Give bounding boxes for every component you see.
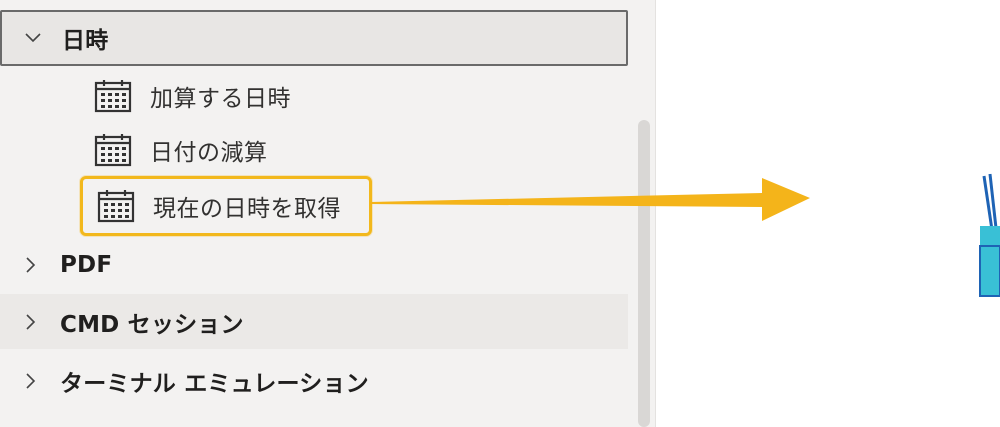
action-get-current-datetime[interactable]: 現在の日時を取得 [80,176,372,236]
action-subtract-dates-label: 日付の減算 [150,140,268,166]
group-pdf[interactable]: PDF [0,237,628,292]
group-cmd-session[interactable]: CMD セッション [0,294,628,349]
group-terminal-emulation[interactable]: ターミナル エミュレーション [0,353,628,408]
chevron-right-icon [22,372,40,390]
chevron-down-icon [24,29,42,47]
calendar-icon [94,79,132,113]
group-datetime-label: 日時 [62,28,109,54]
flow-designer-icon [979,173,1000,297]
annotation-arrow-icon [370,178,810,221]
chevron-right-icon [22,313,40,331]
group-cmd-session-label: CMD セッション [60,311,244,338]
screenshot-stage: 日時 加算する日時 日付の減算 現在の日時を取得 PDF CMD セッション タ… [0,0,1000,427]
action-get-current-datetime-label: 現在の日時を取得 [153,196,341,222]
chevron-right-icon [22,256,40,274]
action-add-datetime-label: 加算する日時 [150,86,291,112]
group-terminal-emulation-label: ターミナル エミュレーション [60,370,369,397]
action-add-datetime[interactable]: 加算する日時 [80,70,291,122]
group-datetime[interactable]: 日時 [0,10,628,66]
calendar-icon [97,189,135,223]
calendar-icon [94,133,132,167]
panel-scrollbar[interactable] [638,120,650,427]
action-subtract-dates[interactable]: 日付の減算 [80,124,268,176]
group-pdf-label: PDF [60,251,113,278]
